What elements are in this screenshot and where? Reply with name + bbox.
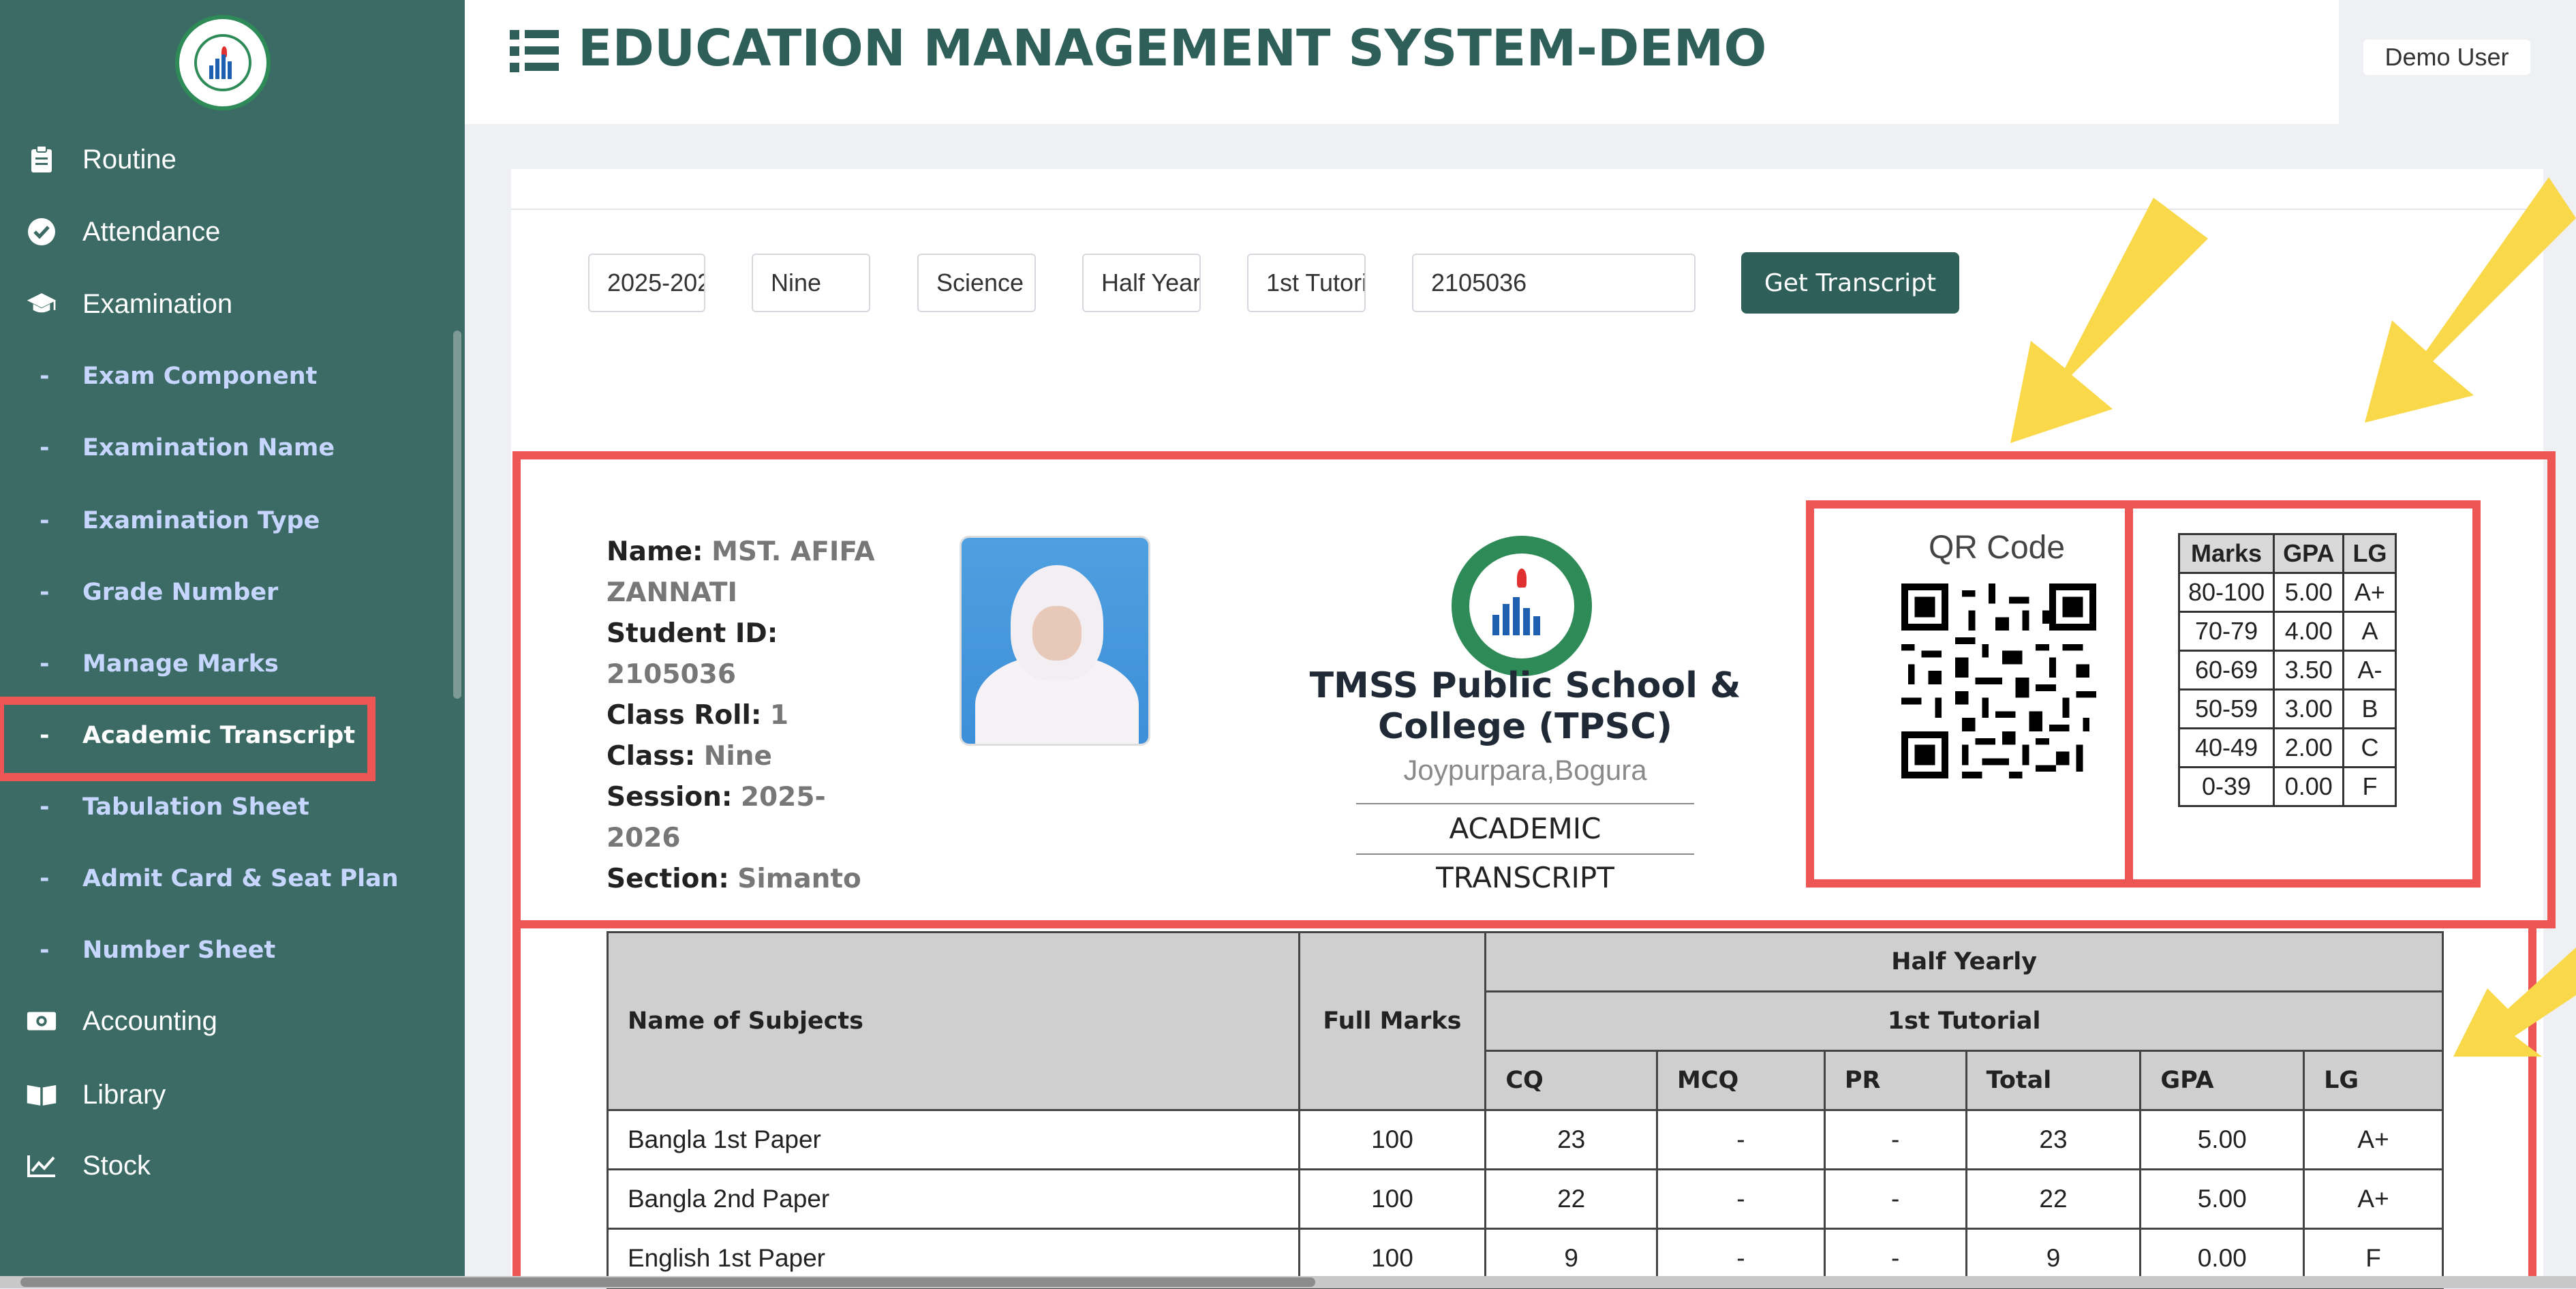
exam-name-select[interactable]: 1st Tutorial — [1247, 254, 1366, 312]
sidebar-subitem-examination-type[interactable]: - Examination Type — [0, 488, 465, 553]
sidebar-subitem-examination-name[interactable]: - Examination Name — [0, 415, 465, 481]
highlight-box-marks — [512, 920, 2536, 1288]
arrow-icon — [2453, 947, 2576, 1057]
page-title: EDUCATION MANAGEMENT SYSTEM-DEMO — [578, 19, 1767, 78]
user-menu-button[interactable]: Demo User — [2363, 40, 2530, 75]
sidebar-subitem-manage-marks[interactable]: - Manage Marks — [0, 631, 465, 697]
session-select[interactable]: 2025-2026 — [588, 254, 705, 312]
sidebar-item-examination[interactable]: Examination — [0, 270, 465, 338]
sidebar-item-label: Routine — [82, 144, 177, 175]
arrow-icon — [2010, 198, 2208, 443]
sidebar-subitem-exam-component[interactable]: - Exam Component — [0, 344, 465, 409]
highlight-box-active-item — [0, 697, 375, 781]
clipboard-icon — [26, 144, 57, 175]
sidebar-item-accounting[interactable]: Accounting — [0, 987, 465, 1055]
check-circle-icon — [26, 216, 57, 247]
sidebar-subitem-admit-card[interactable]: - Admit Card & Seat Plan — [0, 846, 465, 911]
student-id-input[interactable]: 2105036 — [1412, 254, 1696, 312]
sidebar-item-library[interactable]: Library — [0, 1061, 465, 1129]
sidebar-subitem-grade-number[interactable]: - Grade Number — [0, 560, 465, 625]
sidebar-item-label: Library — [82, 1079, 166, 1110]
get-transcript-button[interactable]: Get Transcript — [1741, 252, 1959, 314]
sidebar-item-routine[interactable]: Routine — [0, 125, 465, 194]
highlight-box-qr — [1806, 500, 2133, 888]
sidebar-scrollbar[interactable] — [453, 331, 461, 699]
divider — [511, 209, 2543, 210]
money-icon — [26, 1005, 57, 1037]
class-select[interactable]: Nine — [752, 254, 870, 312]
sidebar-item-label: Accounting — [82, 1005, 217, 1036]
sidebar-item-label: Attendance — [82, 216, 221, 247]
horizontal-scrollbar[interactable] — [0, 1276, 2576, 1288]
sidebar-subitem-number-sheet[interactable]: - Number Sheet — [0, 918, 465, 983]
chart-line-icon — [26, 1150, 57, 1181]
highlight-box-grade-scale — [2125, 500, 2481, 888]
sidebar-subitem-tabulation-sheet[interactable]: - Tabulation Sheet — [0, 774, 465, 840]
sidebar-item-label: Stock — [82, 1150, 151, 1181]
book-icon — [26, 1079, 57, 1110]
sidebar: Routine Attendance Examination - Exam Com… — [0, 0, 465, 1288]
graduation-cap-icon — [26, 288, 57, 320]
school-logo-icon[interactable] — [175, 15, 271, 110]
sidebar-item-label: Examination — [82, 288, 233, 319]
exam-type-select[interactable]: Half Yearly — [1082, 254, 1201, 312]
arrow-icon — [2365, 177, 2576, 423]
sidebar-item-stock[interactable]: Stock — [0, 1132, 465, 1200]
group-select[interactable]: Science — [917, 254, 1036, 312]
sidebar-item-attendance[interactable]: Attendance — [0, 198, 465, 266]
